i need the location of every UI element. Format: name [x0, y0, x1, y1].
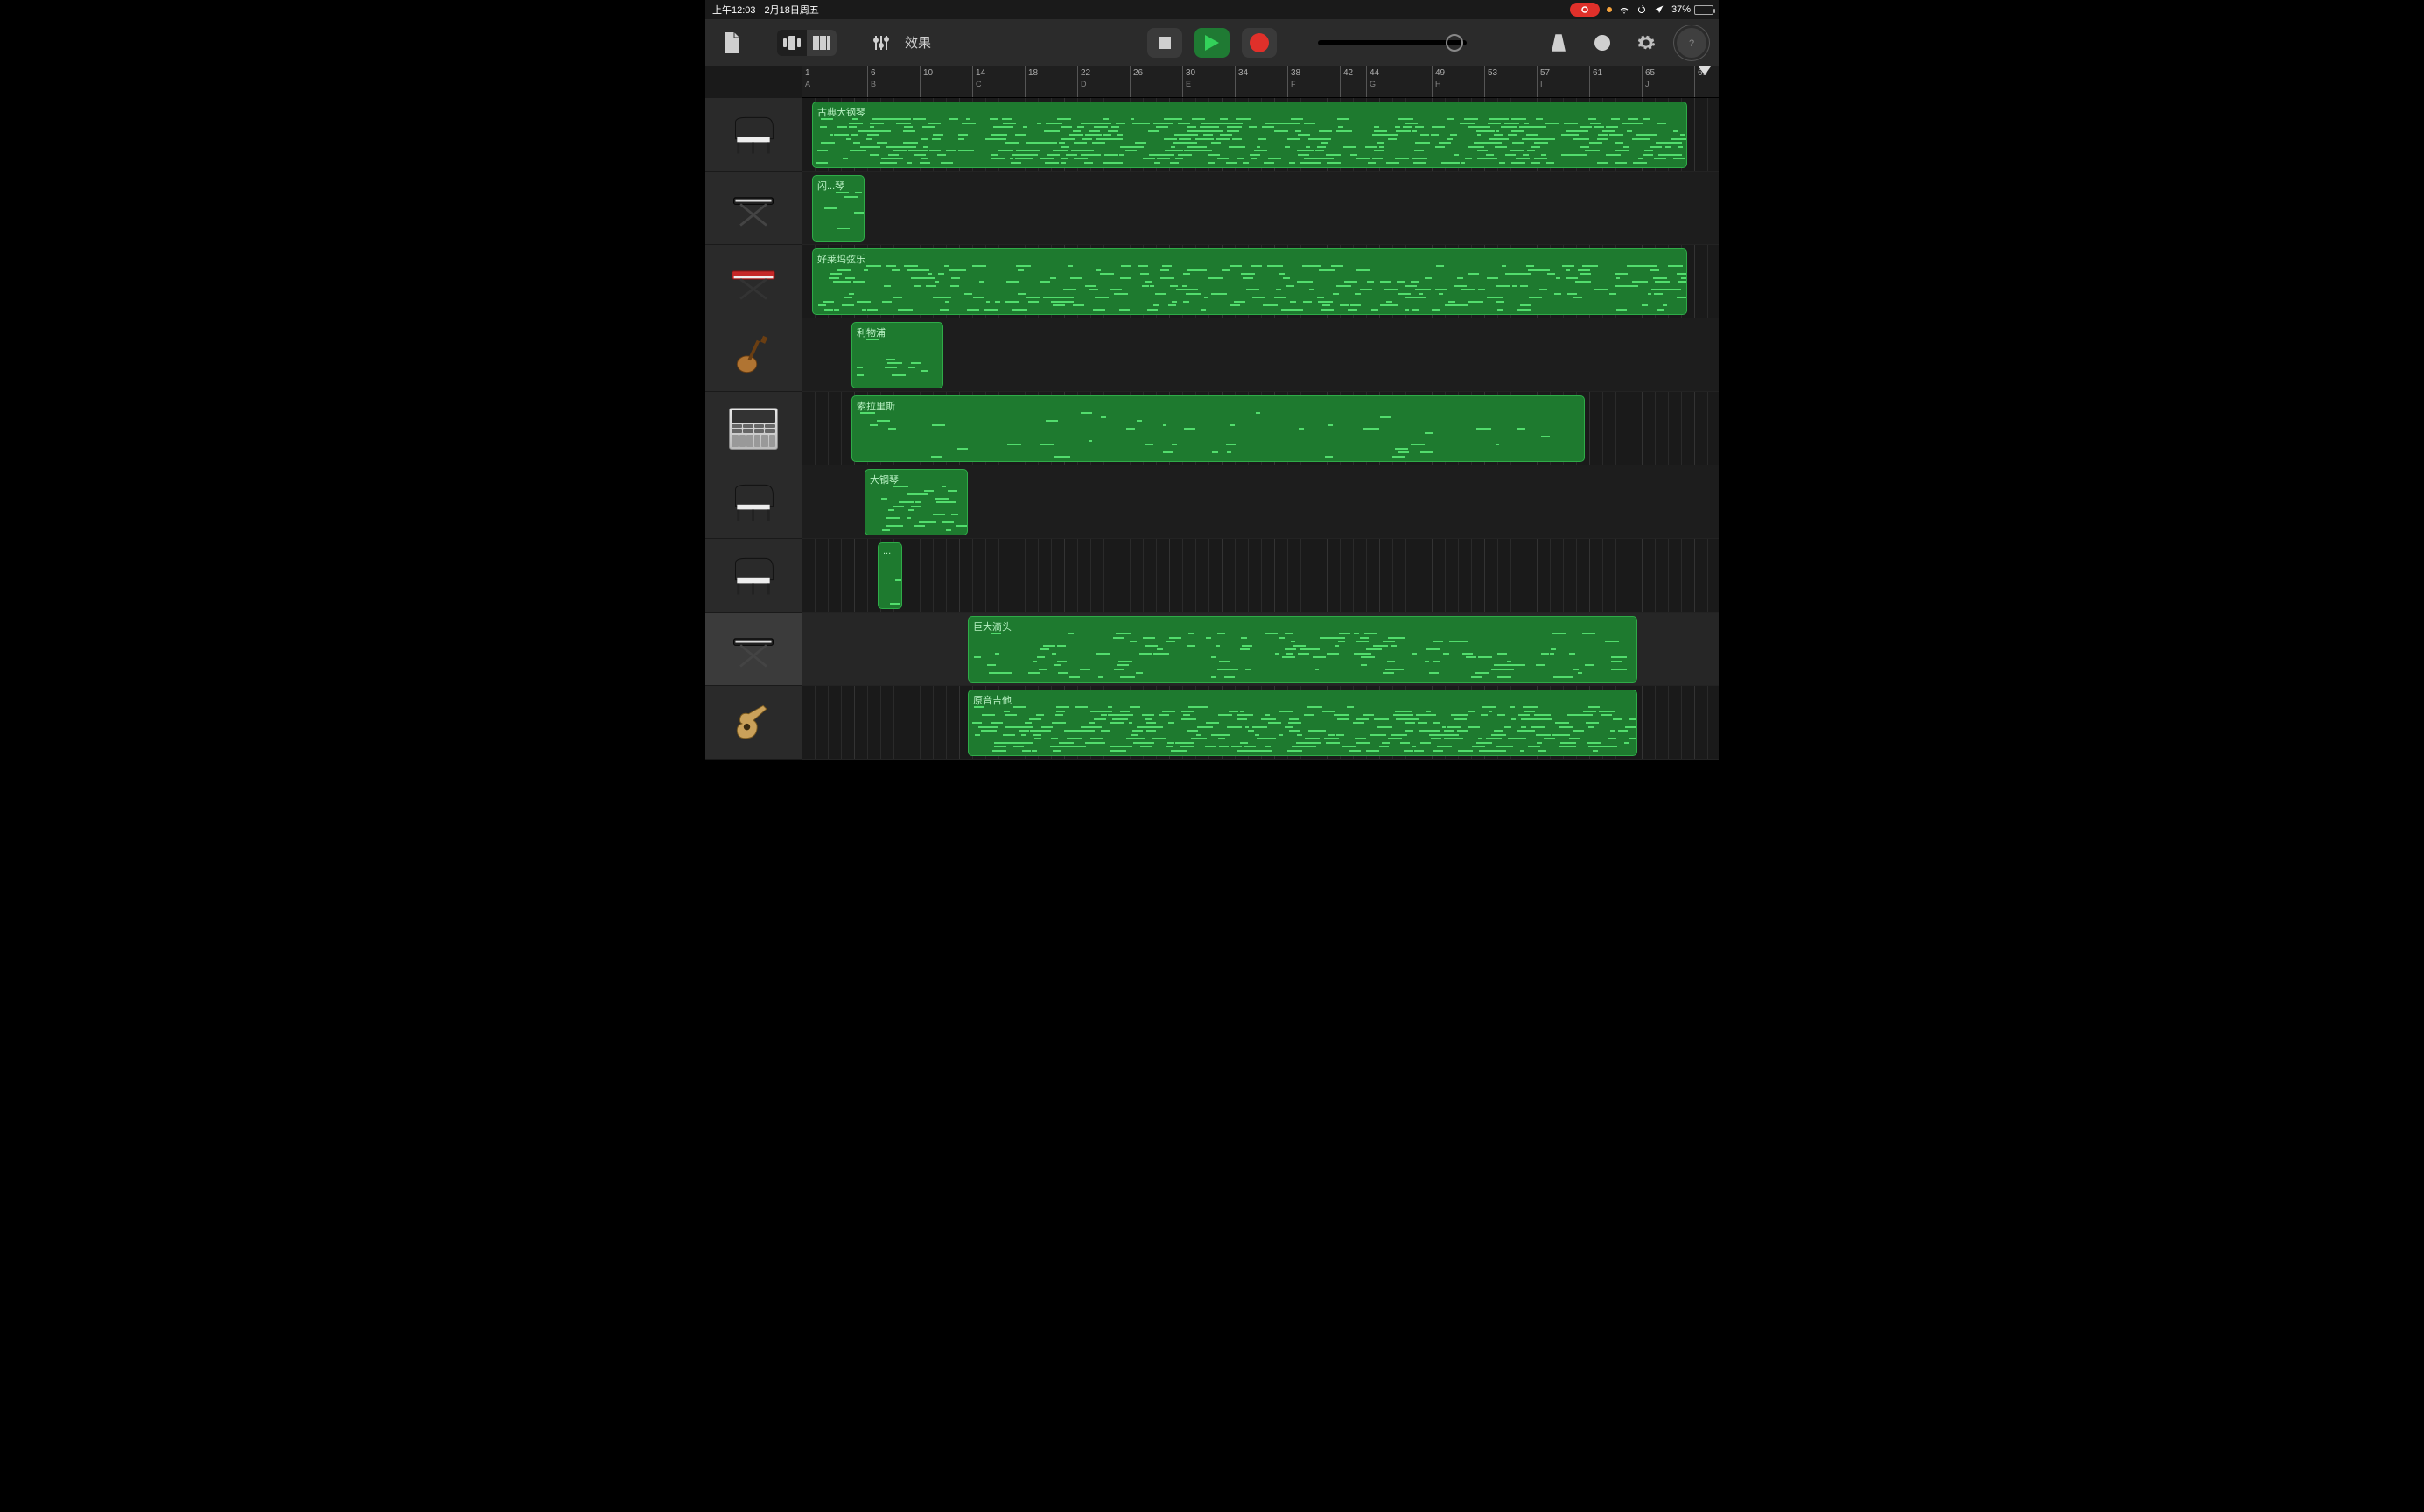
region-label: 巨大滴头 [973, 620, 1632, 634]
region-label: 原音吉他 [973, 693, 1632, 707]
fx-button[interactable]: 效果 [905, 33, 931, 52]
my-songs-button[interactable] [719, 30, 746, 56]
midi-region[interactable]: 巨大滴头 [968, 616, 1637, 682]
region-label: 闪...琴 [817, 178, 859, 192]
settings-button[interactable] [1633, 30, 1659, 56]
mic-indicator-icon [1607, 7, 1612, 12]
midi-region[interactable]: 古典大钢琴 [812, 102, 1687, 168]
region-label: 好莱坞弦乐 [817, 252, 1682, 266]
screen-record-indicator[interactable] [1570, 3, 1600, 17]
wifi-icon [1619, 4, 1629, 15]
region-label: ... [883, 546, 897, 556]
toolbar: 效果 [705, 19, 1719, 66]
track-header[interactable] [705, 172, 802, 245]
region-label: 索拉里斯 [857, 399, 1580, 413]
ruler-mark: 14C [972, 66, 985, 97]
ruler-mark: 57I [1537, 66, 1550, 97]
track-header[interactable] [705, 318, 802, 392]
ruler-mark: 49H [1432, 66, 1445, 97]
svg-text:?: ? [1689, 38, 1694, 49]
track-lane[interactable] [802, 539, 1719, 612]
battery-icon [1694, 5, 1713, 15]
transport-controls [1147, 28, 1277, 58]
track-header[interactable] [705, 612, 802, 686]
ruler-mark: 18 [1025, 66, 1038, 97]
track-header[interactable] [705, 686, 802, 760]
loop-button[interactable] [1589, 30, 1615, 56]
playhead[interactable] [1699, 66, 1711, 75]
help-button[interactable]: ? [1677, 28, 1706, 58]
ruler-mark: 53 [1484, 66, 1497, 97]
ruler-mark: 6B [867, 66, 876, 97]
ruler-mark: 61 [1589, 66, 1602, 97]
location-icon [1654, 4, 1664, 15]
track-controls-button[interactable] [868, 30, 894, 56]
midi-region[interactable]: 闪...琴 [812, 175, 865, 242]
record-button[interactable] [1242, 28, 1277, 58]
track-header[interactable] [705, 466, 802, 539]
track-header[interactable] [705, 98, 802, 172]
region-label: 古典大钢琴 [817, 105, 1682, 119]
status-bar: 上午12:03 2月18日周五 37% [705, 0, 1719, 19]
track-header[interactable] [705, 245, 802, 318]
ruler-mark: 42 [1340, 66, 1353, 97]
track-lane[interactable] [802, 172, 1719, 245]
ruler-mark: 26 [1130, 66, 1143, 97]
ruler-mark: 22D [1077, 66, 1090, 97]
rotation-lock-icon [1636, 4, 1647, 15]
track-lanes[interactable]: 古典大钢琴闪...琴好莱坞弦乐利物浦索拉里斯大钢琴... 巨大滴头原音吉他 [802, 98, 1719, 760]
midi-region[interactable]: 原音吉他 [968, 690, 1637, 756]
ruler-mark: 30E [1182, 66, 1195, 97]
ruler-mark: 10 [920, 66, 933, 97]
region-label: 利物浦 [857, 326, 938, 340]
ruler-mark: 38F [1287, 66, 1300, 97]
midi-region[interactable]: 索拉里斯 [851, 396, 1585, 462]
region-label: 大钢琴 [870, 472, 963, 486]
status-date: 2月18日周五 [765, 3, 819, 17]
midi-region[interactable]: ... [878, 542, 902, 609]
ruler-mark: 44G [1366, 66, 1379, 97]
browser-view-button[interactable] [777, 30, 807, 56]
midi-region[interactable]: 利物浦 [851, 322, 943, 388]
play-button[interactable] [1194, 28, 1230, 58]
master-volume-knob[interactable] [1446, 34, 1463, 52]
status-time: 上午12:03 [712, 3, 756, 17]
tracks-view-button[interactable] [807, 30, 837, 56]
track-header[interactable] [705, 539, 802, 612]
master-volume-slider[interactable] [1318, 40, 1467, 46]
stop-button[interactable] [1147, 28, 1182, 58]
ruler-mark: 1A [802, 66, 810, 97]
metronome-button[interactable] [1545, 30, 1572, 56]
track-headers [705, 98, 802, 760]
ruler-mark: 65J [1642, 66, 1655, 97]
battery-percent: 37% [1671, 4, 1691, 15]
midi-region[interactable]: 好莱坞弦乐 [812, 248, 1687, 315]
midi-region[interactable]: 大钢琴 [865, 469, 968, 536]
track-header[interactable] [705, 392, 802, 466]
ruler-mark: 34 [1235, 66, 1248, 97]
timeline-ruler[interactable]: 1A 6B 10 14C 18 22D 26 30E 34 38F 42 44G 49H 53 57I 61 6… [802, 66, 1719, 98]
